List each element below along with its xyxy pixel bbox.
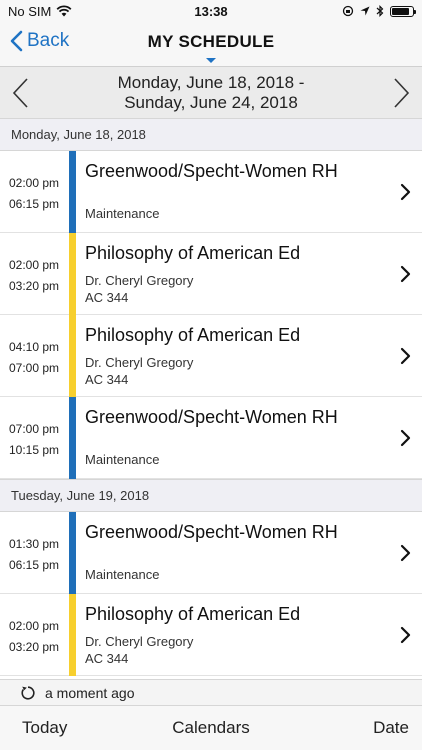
event-location: AC 344 — [85, 651, 129, 666]
event-row[interactable]: 02:00 pm 03:20 pm Philosophy of American… — [0, 233, 422, 315]
carrier-label: No SIM — [8, 3, 52, 19]
refresh-status: a moment ago — [0, 679, 422, 705]
week-navigator: Monday, June 18, 2018 - Sunday, June 24,… — [0, 66, 422, 118]
week-range-start: Monday, June 18, 2018 - — [117, 73, 305, 92]
event-color-bar — [69, 512, 76, 594]
event-end-time: 06:15 pm — [9, 558, 60, 572]
event-end-time: 07:00 pm — [9, 361, 60, 375]
event-location: AC 344 — [85, 372, 129, 387]
event-color-bar — [69, 151, 76, 233]
event-category: Maintenance — [85, 452, 160, 467]
event-end-time: 10:15 pm — [9, 443, 60, 457]
event-start-time: 01:30 pm — [9, 537, 60, 551]
day-header: Tuesday, June 19, 2018 — [0, 479, 422, 512]
event-location: AC 344 — [85, 290, 129, 305]
navigation-bar: Back MY SCHEDULE — [0, 22, 422, 66]
event-category: Maintenance — [85, 567, 160, 582]
week-range: Monday, June 18, 2018 - Sunday, June 24,… — [50, 73, 372, 113]
event-title: Greenwood/Specht-Women RH — [85, 522, 338, 542]
chevron-right-icon — [400, 429, 411, 447]
event-category: Maintenance — [85, 206, 160, 221]
battery-icon — [390, 5, 416, 17]
event-color-bar — [69, 397, 76, 479]
chevron-right-icon — [400, 265, 411, 283]
event-row[interactable]: 02:00 pm 03:20 pm Philosophy of American… — [0, 594, 422, 676]
last-updated-label: a moment ago — [45, 684, 135, 701]
bluetooth-icon — [376, 5, 384, 17]
event-instructor: Dr. Cheryl Gregory — [85, 355, 194, 370]
chevron-right-icon — [400, 347, 411, 365]
event-start-time: 02:00 pm — [9, 176, 60, 190]
event-start-time: 04:10 pm — [9, 340, 60, 354]
date-button[interactable]: Date — [373, 718, 409, 738]
event-title: Greenwood/Specht-Women RH — [85, 161, 338, 181]
event-start-time: 07:00 pm — [9, 422, 60, 436]
event-title: Philosophy of American Ed — [85, 604, 301, 624]
event-color-bar — [69, 233, 76, 315]
event-end-time: 03:20 pm — [9, 640, 60, 654]
chevron-right-icon — [400, 626, 411, 644]
caret-down-icon — [206, 58, 216, 63]
wifi-icon — [56, 5, 72, 17]
event-title: Philosophy of American Ed — [85, 243, 301, 263]
week-range-end: Sunday, June 24, 2018 — [124, 93, 298, 112]
event-end-time: 03:20 pm — [9, 279, 60, 293]
event-row[interactable]: 02:00 pm 06:15 pm Greenwood/Specht-Women… — [0, 151, 422, 233]
day-header: Monday, June 18, 2018 — [0, 118, 422, 151]
next-week-button[interactable] — [388, 77, 414, 109]
chevron-right-icon — [400, 544, 411, 562]
schedule-list[interactable]: Monday, June 18, 2018 02:00 pm 06:15 pm … — [0, 118, 422, 679]
event-start-time: 02:00 pm — [9, 258, 60, 272]
location-icon — [360, 6, 370, 16]
previous-week-button[interactable] — [8, 77, 34, 109]
event-row[interactable]: 01:30 pm 06:15 pm Greenwood/Specht-Women… — [0, 512, 422, 594]
chevron-right-icon — [400, 183, 411, 201]
event-row[interactable]: 07:00 pm 10:15 pm Greenwood/Specht-Women… — [0, 397, 422, 479]
bottom-toolbar: Today Calendars Date — [0, 705, 422, 750]
event-instructor: Dr. Cheryl Gregory — [85, 634, 194, 649]
event-row[interactable]: 04:10 pm 07:00 pm Philosophy of American… — [0, 315, 422, 397]
event-title: Philosophy of American Ed — [85, 325, 301, 345]
event-color-bar — [69, 315, 76, 397]
event-title: Greenwood/Specht-Women RH — [85, 407, 338, 427]
event-start-time: 02:00 pm — [9, 619, 60, 633]
event-instructor: Dr. Cheryl Gregory — [85, 273, 194, 288]
page-title[interactable]: MY SCHEDULE — [0, 32, 422, 52]
calendars-button[interactable]: Calendars — [0, 718, 422, 738]
orientation-lock-icon — [342, 5, 354, 17]
event-color-bar — [69, 594, 76, 676]
status-bar: No SIM 13:38 — [0, 0, 422, 22]
refresh-icon[interactable] — [20, 685, 36, 701]
event-end-time: 06:15 pm — [9, 197, 60, 211]
